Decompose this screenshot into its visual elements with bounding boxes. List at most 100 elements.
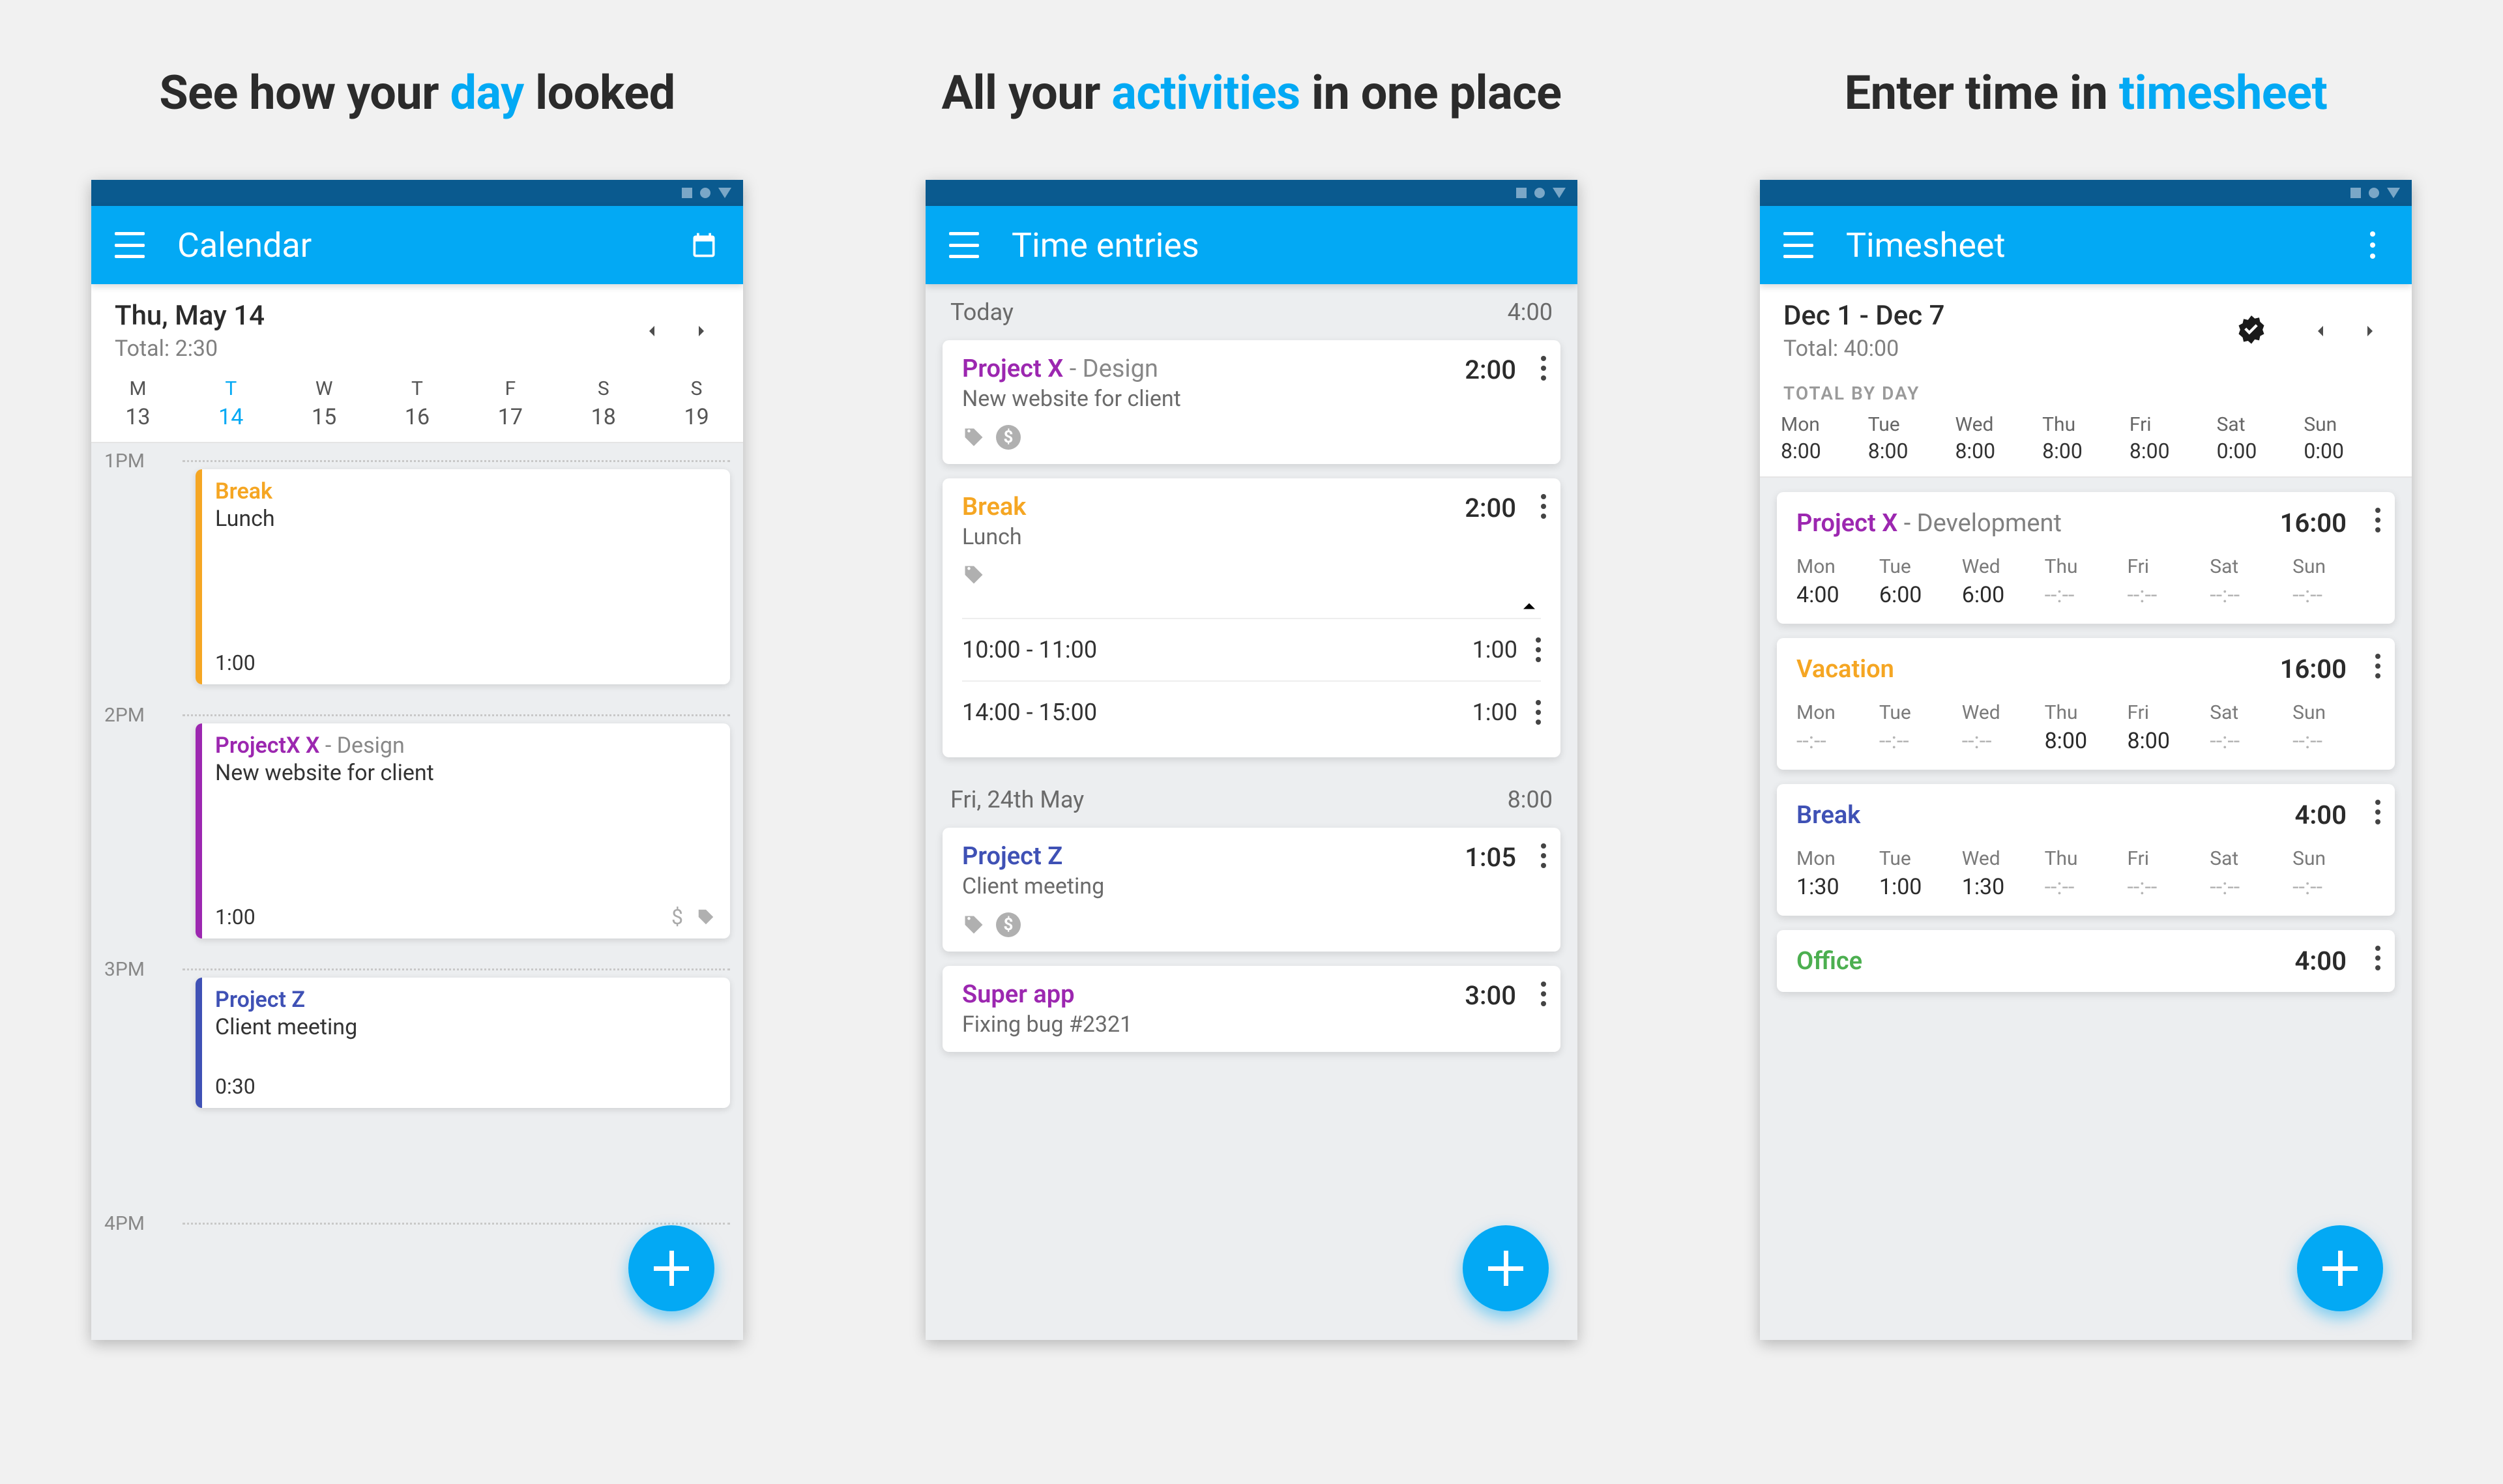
week-day-cell[interactable]: T14: [184, 377, 278, 430]
calendar-icon[interactable]: [688, 229, 720, 261]
entry-card[interactable]: Project Z Client meeting 1:05 $: [943, 828, 1560, 952]
entry-card[interactable]: Super app Fixing bug #2321 3:00: [943, 966, 1560, 1052]
entries-list[interactable]: Today4:00 Project X - Design New website…: [926, 284, 1577, 1066]
entry-duration: 2:00: [1465, 355, 1516, 385]
ts-card-total: 16:00: [2280, 654, 2347, 684]
ts-cell[interactable]: Wed--:--: [1962, 701, 2045, 754]
ts-cell[interactable]: Thu8:00: [2045, 701, 2128, 754]
ts-cell[interactable]: Tue1:00: [1879, 847, 1962, 900]
add-button[interactable]: [1463, 1225, 1549, 1311]
week-day-cell[interactable]: S19: [650, 377, 743, 430]
next-button[interactable]: [683, 313, 720, 349]
ts-cell[interactable]: Sat--:--: [2210, 847, 2292, 900]
entry-subtitle: Lunch: [962, 524, 1026, 550]
ts-cell[interactable]: Wed6:00: [1962, 555, 2045, 608]
week-day-cell[interactable]: W15: [278, 377, 371, 430]
calendar-event[interactable]: Break Lunch 1:00: [196, 469, 730, 684]
ts-cell[interactable]: Sun--:--: [2292, 555, 2375, 608]
status-icon: [718, 188, 731, 198]
more-icon[interactable]: [2375, 654, 2380, 678]
headline-text: See how your: [159, 65, 450, 121]
cell-day: Tue: [1879, 701, 1962, 724]
menu-icon[interactable]: [115, 232, 145, 258]
sub-entry[interactable]: 10:00 - 11:001:00: [962, 618, 1541, 680]
ts-cell[interactable]: Mon4:00: [1796, 555, 1879, 608]
more-icon[interactable]: [1541, 982, 1546, 1006]
add-button[interactable]: [2297, 1225, 2383, 1311]
event-title: Project Z: [215, 987, 716, 1013]
more-icon[interactable]: [1541, 843, 1546, 868]
ts-cell[interactable]: Mon1:30: [1796, 847, 1879, 900]
headline-timesheet: Enter time in timesheet: [1845, 65, 2328, 121]
more-icon[interactable]: [1541, 356, 1546, 381]
ts-cell[interactable]: Mon--:--: [1796, 701, 1879, 754]
hour-line: [183, 1223, 730, 1225]
prev-button[interactable]: [2302, 313, 2339, 349]
time-range: 10:00 - 11:00: [962, 636, 1097, 663]
day-total: 8:00: [2130, 439, 2217, 463]
day-letter: F: [463, 377, 557, 400]
more-icon[interactable]: [2375, 946, 2380, 970]
ts-cell[interactable]: Tue--:--: [1879, 701, 1962, 754]
tag-icon: [962, 913, 986, 937]
prev-button[interactable]: [634, 313, 670, 349]
panel-calendar: See how your day looked Calendar Thu, Ma…: [78, 65, 756, 1419]
ts-card-title: Break: [1796, 801, 1860, 830]
timesheet-grid: Mon--:--Tue--:--Wed--:--Thu8:00Fri8:00Sa…: [1796, 701, 2375, 754]
sub-entry[interactable]: 14:00 - 15:001:00: [962, 680, 1541, 743]
more-icon[interactable]: [1536, 700, 1541, 725]
more-icon[interactable]: [2375, 508, 2380, 532]
cell-value: 8:00: [2127, 728, 2210, 754]
headline-text: looked: [524, 65, 675, 121]
more-icon[interactable]: [2357, 229, 2388, 261]
entry-icons: $: [962, 912, 1541, 937]
more-icon[interactable]: [1536, 637, 1541, 662]
ts-cell[interactable]: Thu--:--: [2045, 555, 2128, 608]
ts-cell[interactable]: Fri8:00: [2127, 701, 2210, 754]
week-day-cell[interactable]: M13: [91, 377, 184, 430]
menu-icon[interactable]: [1783, 232, 1813, 258]
timesheet-card[interactable]: Break 4:00Mon1:30Tue1:00Wed1:30Thu--:--F…: [1777, 784, 2395, 916]
total-by-day-label: TOTAL BY DAY: [1760, 371, 2412, 409]
ts-cell[interactable]: Fri--:--: [2127, 847, 2210, 900]
ts-cell[interactable]: Sun--:--: [2292, 847, 2375, 900]
phone-calendar: Calendar Thu, May 14 Total: 2:30 M13T14W…: [91, 180, 743, 1340]
event-title: ProjectX X - Design: [215, 733, 716, 759]
entry-subtitle: Fixing bug #2321: [962, 1011, 1132, 1038]
more-icon[interactable]: [2375, 800, 2380, 824]
timesheet-card[interactable]: Vacation 16:00Mon--:--Tue--:--Wed--:--Th…: [1777, 638, 2395, 770]
app-title: Timesheet: [1846, 226, 2357, 265]
entry-title: Break: [962, 493, 1026, 521]
next-button[interactable]: [2352, 313, 2388, 349]
ts-cell[interactable]: Sun--:--: [2292, 701, 2375, 754]
headline-accent: activities: [1111, 65, 1300, 121]
cell-day: Sun: [2292, 555, 2375, 578]
entry-card[interactable]: Project X - Design New website for clien…: [943, 340, 1560, 464]
timeline[interactable]: 1PM2PM3PM4PM Break Lunch 1:00 ProjectX X…: [91, 443, 743, 1340]
chevron-up-icon[interactable]: [1517, 594, 1541, 618]
ts-cell[interactable]: Tue6:00: [1879, 555, 1962, 608]
app-bar: Calendar: [91, 206, 743, 284]
event-title: Break: [215, 478, 716, 504]
week-day-cell[interactable]: T16: [371, 377, 464, 430]
ts-cell[interactable]: Sat--:--: [2210, 701, 2292, 754]
ts-cell[interactable]: Fri--:--: [2127, 555, 2210, 608]
menu-icon[interactable]: [949, 232, 979, 258]
calendar-event[interactable]: Project Z Client meeting 0:30: [196, 978, 730, 1108]
add-button[interactable]: [628, 1225, 714, 1311]
calendar-event[interactable]: ProjectX X - Design New website for clie…: [196, 723, 730, 938]
week-day-cell[interactable]: S18: [557, 377, 650, 430]
ts-cell[interactable]: Sat--:--: [2210, 555, 2292, 608]
timesheet-grid: Mon1:30Tue1:00Wed1:30Thu--:--Fri--:--Sat…: [1796, 847, 2375, 900]
day-abbrev: Thu: [2042, 413, 2130, 436]
timesheet-card[interactable]: Project X - Development 16:00Mon4:00Tue6…: [1777, 492, 2395, 624]
week-day-cell[interactable]: F17: [463, 377, 557, 430]
more-icon[interactable]: [1541, 494, 1546, 519]
entry-card[interactable]: Break Lunch 2:00 10:00 - 11:001:0014:00 …: [943, 478, 1560, 757]
ts-cell[interactable]: Thu--:--: [2045, 847, 2128, 900]
cell-value: --:--: [2210, 728, 2292, 754]
cell-day: Thu: [2045, 555, 2128, 578]
timesheet-card[interactable]: Office 4:00: [1777, 930, 2395, 992]
timesheet-cards[interactable]: Project X - Development 16:00Mon4:00Tue6…: [1760, 492, 2412, 992]
ts-cell[interactable]: Wed1:30: [1962, 847, 2045, 900]
